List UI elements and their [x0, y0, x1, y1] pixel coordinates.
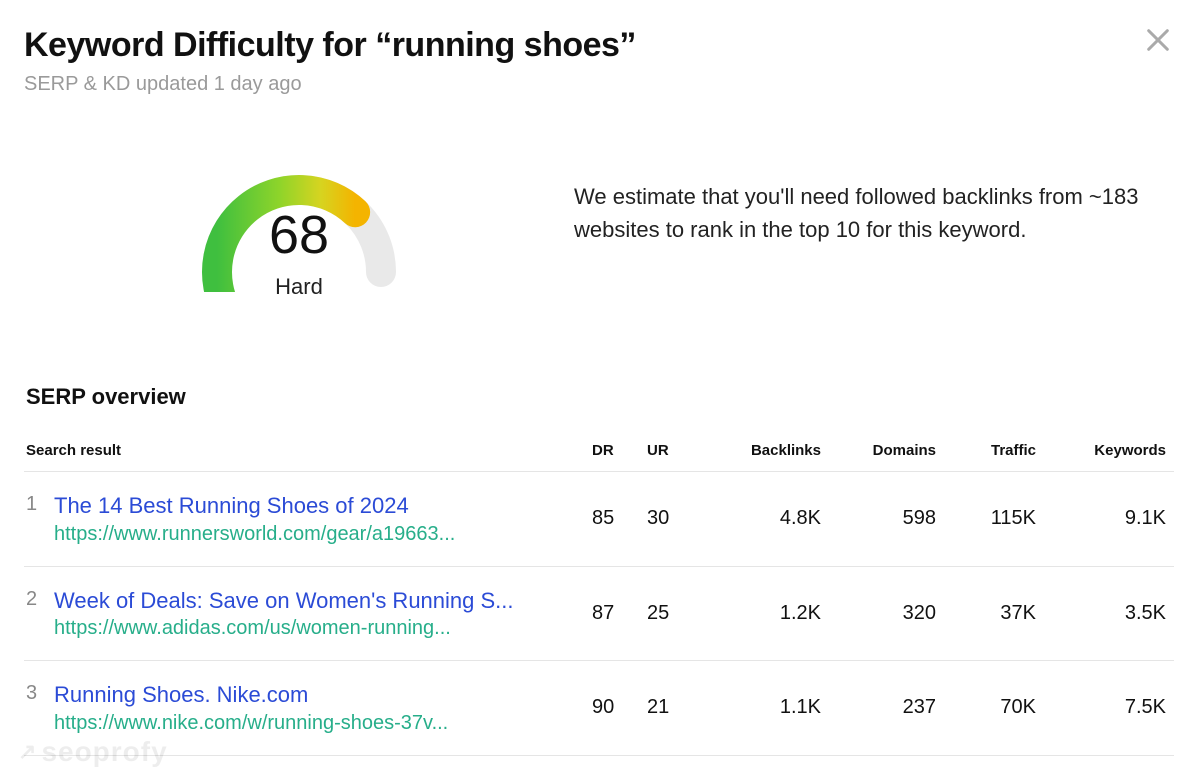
table-row: 3Running Shoes. Nike.comhttps://www.nike…	[24, 661, 1174, 756]
close-icon	[1144, 26, 1172, 54]
cell-backlinks: 1.2K	[699, 566, 829, 661]
th-ur[interactable]: UR	[639, 432, 699, 472]
cell-ur: 21	[639, 661, 699, 756]
cell-ur: 30	[639, 472, 699, 567]
cell-backlinks: 4.8K	[699, 472, 829, 567]
cell-ur: 25	[639, 566, 699, 661]
cell-dr: 90	[584, 661, 639, 756]
rank-number: 2	[26, 587, 54, 611]
serp-table: Search result DR UR Backlinks Domains Tr…	[24, 432, 1174, 756]
result-url-link[interactable]: https://www.runnersworld.com/gear/a19663…	[54, 523, 576, 546]
cell-keywords: 7.5K	[1044, 661, 1174, 756]
gauge-container: 68 Hard	[24, 128, 574, 342]
cell-keywords: 9.1K	[1044, 472, 1174, 567]
cell-domains: 598	[829, 472, 944, 567]
gauge-score: 68	[169, 204, 429, 266]
rank-number: 3	[26, 681, 54, 705]
table-row: 2Week of Deals: Save on Women's Running …	[24, 566, 1174, 661]
gauge-label: Hard	[169, 274, 429, 300]
th-domains[interactable]: Domains	[829, 432, 944, 472]
th-keywords[interactable]: Keywords	[1044, 432, 1174, 472]
serp-section-title: SERP overview	[26, 384, 1172, 410]
cell-traffic: 115K	[944, 472, 1044, 567]
serp-table-head: Search result DR UR Backlinks Domains Tr…	[24, 432, 1174, 472]
result-url-link[interactable]: https://www.nike.com/w/running-shoes-37v…	[54, 712, 576, 735]
cell-domains: 237	[829, 661, 944, 756]
difficulty-description: We estimate that you'll need followed ba…	[574, 128, 1172, 246]
cell-keywords: 3.5K	[1044, 566, 1174, 661]
close-button[interactable]	[1144, 26, 1172, 54]
modal-title: Keyword Difficulty for “running shoes”	[24, 26, 1172, 65]
cell-backlinks: 1.1K	[699, 661, 829, 756]
cell-domains: 320	[829, 566, 944, 661]
th-backlinks[interactable]: Backlinks	[699, 432, 829, 472]
cell-traffic: 70K	[944, 661, 1044, 756]
cell-dr: 87	[584, 566, 639, 661]
rank-number: 1	[26, 492, 54, 516]
hero-row: 68 Hard We estimate that you'll need fol…	[24, 128, 1172, 342]
kd-modal: Keyword Difficulty for “running shoes” S…	[0, 0, 1200, 774]
cell-traffic: 37K	[944, 566, 1044, 661]
result-title-link[interactable]: Week of Deals: Save on Women's Running S…	[54, 587, 576, 616]
difficulty-gauge: 68 Hard	[169, 132, 429, 342]
table-row: 1The 14 Best Running Shoes of 2024https:…	[24, 472, 1174, 567]
th-traffic[interactable]: Traffic	[944, 432, 1044, 472]
th-dr[interactable]: DR	[584, 432, 639, 472]
th-result[interactable]: Search result	[24, 432, 584, 472]
result-url-link[interactable]: https://www.adidas.com/us/women-running.…	[54, 617, 576, 640]
result-title-link[interactable]: The 14 Best Running Shoes of 2024	[54, 492, 576, 521]
cell-dr: 85	[584, 472, 639, 567]
serp-table-body: 1The 14 Best Running Shoes of 2024https:…	[24, 472, 1174, 756]
result-title-link[interactable]: Running Shoes. Nike.com	[54, 681, 576, 710]
modal-subtitle: SERP & KD updated 1 day ago	[24, 73, 1172, 96]
